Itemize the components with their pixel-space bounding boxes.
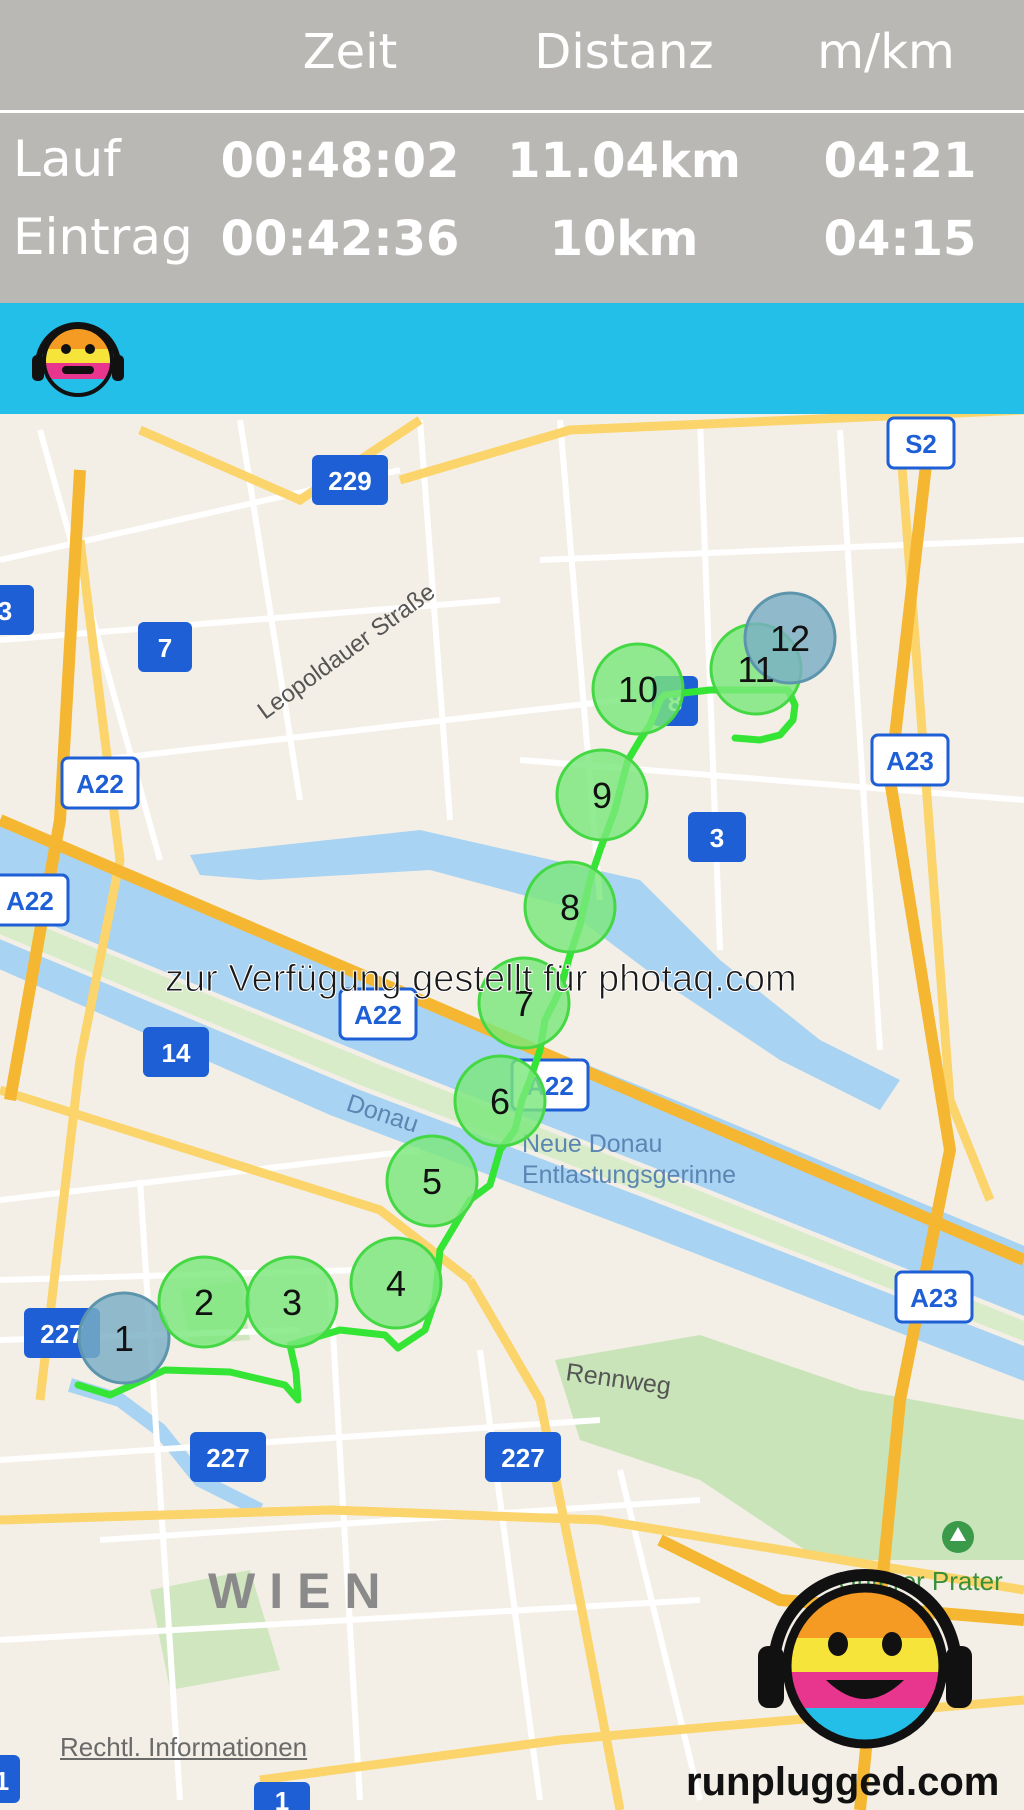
road-badge: 1 — [0, 1755, 20, 1803]
road-badge: A22 — [60, 756, 140, 810]
smiley-headphones-icon[interactable] — [28, 313, 128, 403]
run-time: 00:48:02 — [220, 133, 460, 189]
svg-text:1: 1 — [0, 1766, 9, 1796]
stats-header: Zeit Distanz m/km Lauf 00:48:02 11.04km … — [0, 0, 1024, 303]
svg-text:227: 227 — [206, 1443, 249, 1473]
entry-distance: 10km — [549, 211, 699, 267]
svg-text:3: 3 — [0, 596, 12, 626]
km-marker-label: 6 — [490, 1081, 510, 1122]
road-badge: 227 — [485, 1432, 561, 1482]
run-pace: 04:21 — [823, 133, 977, 189]
watermark: zur Verfügung gestellt für photaq.com — [165, 958, 798, 1001]
svg-text:A23: A23 — [910, 1283, 958, 1313]
svg-text:227: 227 — [501, 1443, 544, 1473]
svg-text:7: 7 — [158, 633, 172, 663]
road-badge: 227 — [190, 1432, 266, 1482]
road-badge: 1 — [254, 1782, 310, 1810]
run-distance: 11.04km — [507, 133, 741, 189]
km-marker-label: 4 — [386, 1263, 406, 1304]
row-label-entry: Eintrag — [13, 208, 193, 266]
legal-link[interactable]: Rechtl. Informationen — [60, 1732, 307, 1763]
river-label: Entlastungsgerinne — [522, 1161, 736, 1189]
road-badge: S2 — [886, 416, 956, 470]
road-badge: 3 — [688, 812, 746, 862]
svg-text:1: 1 — [275, 1786, 289, 1810]
column-header-time: Zeit — [302, 24, 398, 80]
km-marker-label: 8 — [560, 887, 580, 928]
svg-text:3: 3 — [710, 823, 724, 853]
road-badge: 7 — [138, 622, 192, 672]
km-marker-label: 12 — [770, 618, 810, 659]
svg-text:A22: A22 — [354, 1000, 402, 1030]
km-marker-label: 1 — [114, 1318, 134, 1359]
city-label: WIEN — [208, 1563, 395, 1619]
header-divider — [0, 110, 1024, 113]
road-badge: A23 — [870, 733, 950, 787]
road-badge: 14 — [143, 1027, 209, 1077]
km-marker-label: 9 — [592, 775, 612, 816]
km-marker-label: 10 — [618, 669, 658, 710]
svg-text:229: 229 — [328, 466, 371, 496]
km-marker-label: 5 — [422, 1161, 442, 1202]
entry-time: 00:42:36 — [220, 211, 460, 267]
road-badge: A23 — [894, 1270, 974, 1324]
svg-text:A22: A22 — [76, 769, 124, 799]
road-badge: 229 — [312, 455, 388, 505]
svg-text:227: 227 — [40, 1319, 83, 1349]
road-badge: A22 — [0, 873, 70, 927]
entry-pace: 04:15 — [823, 211, 977, 267]
brand-url[interactable]: runplugged.com — [686, 1760, 999, 1805]
svg-text:S2: S2 — [905, 429, 937, 459]
app-bar — [0, 303, 1024, 414]
river-label: Neue Donau — [522, 1130, 662, 1158]
road-badge: 3 — [0, 585, 34, 635]
column-header-distance: Distanz — [534, 24, 714, 80]
smiley-headphones-icon — [758, 1569, 972, 1749]
row-label-run: Lauf — [13, 130, 121, 188]
km-marker-label: 2 — [194, 1282, 214, 1323]
svg-text:A23: A23 — [886, 746, 934, 776]
svg-text:A22: A22 — [6, 886, 54, 916]
column-header-pace: m/km — [817, 24, 955, 80]
svg-text:14: 14 — [162, 1038, 191, 1068]
km-marker-label: 3 — [282, 1282, 302, 1323]
